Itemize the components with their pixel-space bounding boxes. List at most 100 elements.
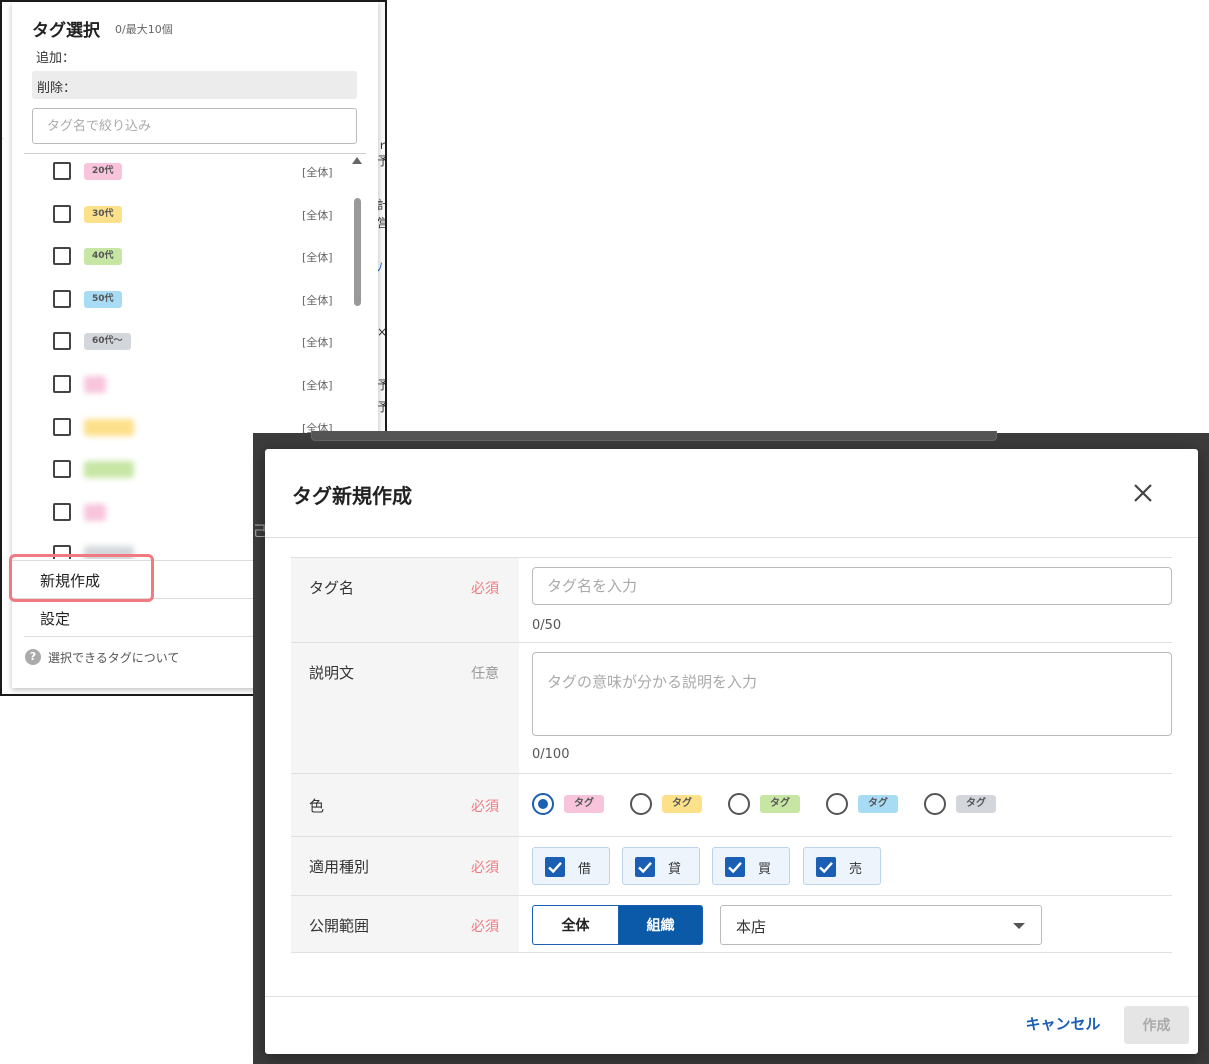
branch-select[interactable]: 本店	[720, 905, 1042, 945]
create-button[interactable]: 作成	[1124, 1006, 1189, 1044]
tag-chip: 30代	[84, 205, 122, 223]
modal-footer-divider	[265, 996, 1198, 997]
background-input-ghost	[311, 431, 997, 441]
tag-list-item[interactable]: [全体]	[12, 371, 352, 411]
color-radio[interactable]	[826, 793, 848, 815]
remove-row: 削除：	[32, 71, 357, 99]
type-checkbox-button[interactable]: 借	[532, 847, 610, 885]
type-checkbox-button[interactable]: 買	[712, 847, 790, 885]
panel-title: タグ選択	[32, 21, 100, 41]
background-divider	[2, 138, 4, 139]
tag-chip: 60代〜	[84, 333, 131, 351]
color-preview-chip: タグ	[662, 795, 702, 813]
tag-scope-label: [全体]	[302, 208, 333, 222]
types-label: 適用種別	[309, 858, 370, 876]
type-label: 買	[758, 862, 772, 877]
type-label: 借	[578, 862, 592, 877]
tag-scope-label: [全体]	[302, 293, 333, 307]
tag-chip	[84, 503, 106, 521]
form-label-cell	[291, 558, 519, 642]
tag-scope-label: [全体]	[302, 379, 333, 392]
checkmark-icon[interactable]	[635, 857, 655, 877]
color-option[interactable]: タグ	[728, 774, 818, 832]
tag-chip	[84, 461, 134, 479]
color-option[interactable]: タグ	[924, 774, 1014, 832]
tag-checkbox[interactable]	[53, 375, 71, 393]
tag-checkbox[interactable]	[53, 460, 71, 479]
create-new-highlight-box	[9, 554, 154, 602]
color-radio[interactable]	[630, 793, 652, 815]
form-row-description: 説明文 任意 0/100	[291, 642, 1172, 773]
color-preview-chip: タグ	[564, 795, 604, 813]
tag-scope-label: [全体]	[302, 336, 333, 350]
type-checkbox-button[interactable]: 売	[803, 847, 881, 885]
question-circle-icon: ?	[25, 649, 41, 665]
tag-chip	[84, 418, 134, 436]
color-radio[interactable]	[924, 793, 946, 815]
background-text-fragment: 予	[377, 152, 385, 169]
background-close-fragment: ×	[377, 325, 387, 339]
optional-badge: 任意	[471, 666, 499, 682]
branch-select-value: 本店	[736, 918, 767, 936]
tag-list-item[interactable]: 50代 [全体]	[12, 286, 352, 326]
checkmark-icon[interactable]	[545, 857, 565, 877]
tag-chip: 40代	[84, 248, 122, 266]
tag-chip: 20代	[84, 163, 122, 180]
tag-checkbox[interactable]	[53, 162, 71, 180]
tag-list-item[interactable]: 20代 [全体]	[12, 158, 352, 198]
checkmark-icon[interactable]	[725, 857, 745, 877]
checkmark-icon[interactable]	[816, 857, 836, 877]
chevron-down-icon	[1013, 923, 1025, 929]
modal-title: タグ新規作成	[292, 484, 412, 508]
background-text-fragment: 営	[377, 214, 385, 231]
background-text-fragment: 予	[377, 398, 385, 415]
tag-filter-input[interactable]	[32, 108, 357, 144]
scrollbar-thumb[interactable]	[354, 198, 361, 306]
remove-label: 削除：	[37, 81, 77, 96]
tag-list-item[interactable]: 30代 [全体]	[12, 201, 352, 241]
scroll-up-arrow-icon[interactable]	[352, 157, 362, 164]
scope-label: 公開範囲	[309, 917, 370, 935]
type-checkbox-button[interactable]: 貸	[622, 847, 700, 885]
help-text: 選択できるタグについて	[48, 651, 180, 665]
color-option[interactable]: タグ	[826, 774, 916, 832]
scope-organization-toggle[interactable]: 組織	[618, 905, 703, 945]
color-radio[interactable]	[532, 793, 554, 815]
form-row-scope: 公開範囲 必須 全体 組織 本店	[291, 895, 1172, 953]
tag-checkbox[interactable]	[53, 502, 71, 521]
color-label: 色	[309, 797, 325, 815]
required-badge: 必須	[471, 919, 499, 935]
tag-checkbox[interactable]	[53, 247, 71, 266]
tag-checkbox[interactable]	[53, 289, 71, 308]
description-counter: 0/100	[532, 747, 570, 762]
required-badge: 必須	[471, 799, 499, 815]
tag-checkbox[interactable]	[53, 332, 71, 351]
description-textarea[interactable]	[532, 652, 1172, 736]
add-label: 追加：	[36, 51, 76, 66]
form-row-color: 色 必須 タグ タグ タグ タグ タグ	[291, 773, 1172, 836]
tag-scope-label: [全体]	[302, 251, 333, 265]
cancel-button[interactable]: キャンセル	[1020, 1010, 1106, 1036]
required-badge: 必須	[471, 860, 499, 876]
tag-checkbox[interactable]	[53, 204, 71, 223]
background-text-fragment: 予	[377, 376, 385, 393]
color-option[interactable]: タグ	[630, 774, 720, 832]
color-preview-chip: タグ	[956, 795, 996, 813]
settings-label: 設定	[40, 610, 71, 628]
scope-all-toggle[interactable]: 全体	[532, 905, 618, 945]
tag-name-input[interactable]	[532, 567, 1172, 605]
screenshot-stage: ｒ 予 計 営 ﾉ × 予 予 タグ選択 0/最大10個 追加： 削除： 20代…	[0, 0, 1209, 1064]
selected-count: 0/最大10個	[115, 23, 173, 36]
tag-chip	[84, 376, 106, 393]
close-icon[interactable]	[1127, 477, 1159, 509]
tag-chip: 50代	[84, 290, 122, 308]
modal-header-divider	[265, 537, 1198, 538]
required-badge: 必須	[471, 581, 499, 597]
color-option[interactable]: タグ	[532, 774, 622, 832]
color-radio[interactable]	[728, 793, 750, 815]
color-preview-chip: タグ	[760, 795, 800, 813]
tag-checkbox[interactable]	[53, 417, 71, 436]
tag-list-item[interactable]: 40代 [全体]	[12, 243, 352, 283]
tag-name-counter: 0/50	[532, 618, 562, 633]
tag-list-item[interactable]: 60代〜 [全体]	[12, 328, 352, 368]
